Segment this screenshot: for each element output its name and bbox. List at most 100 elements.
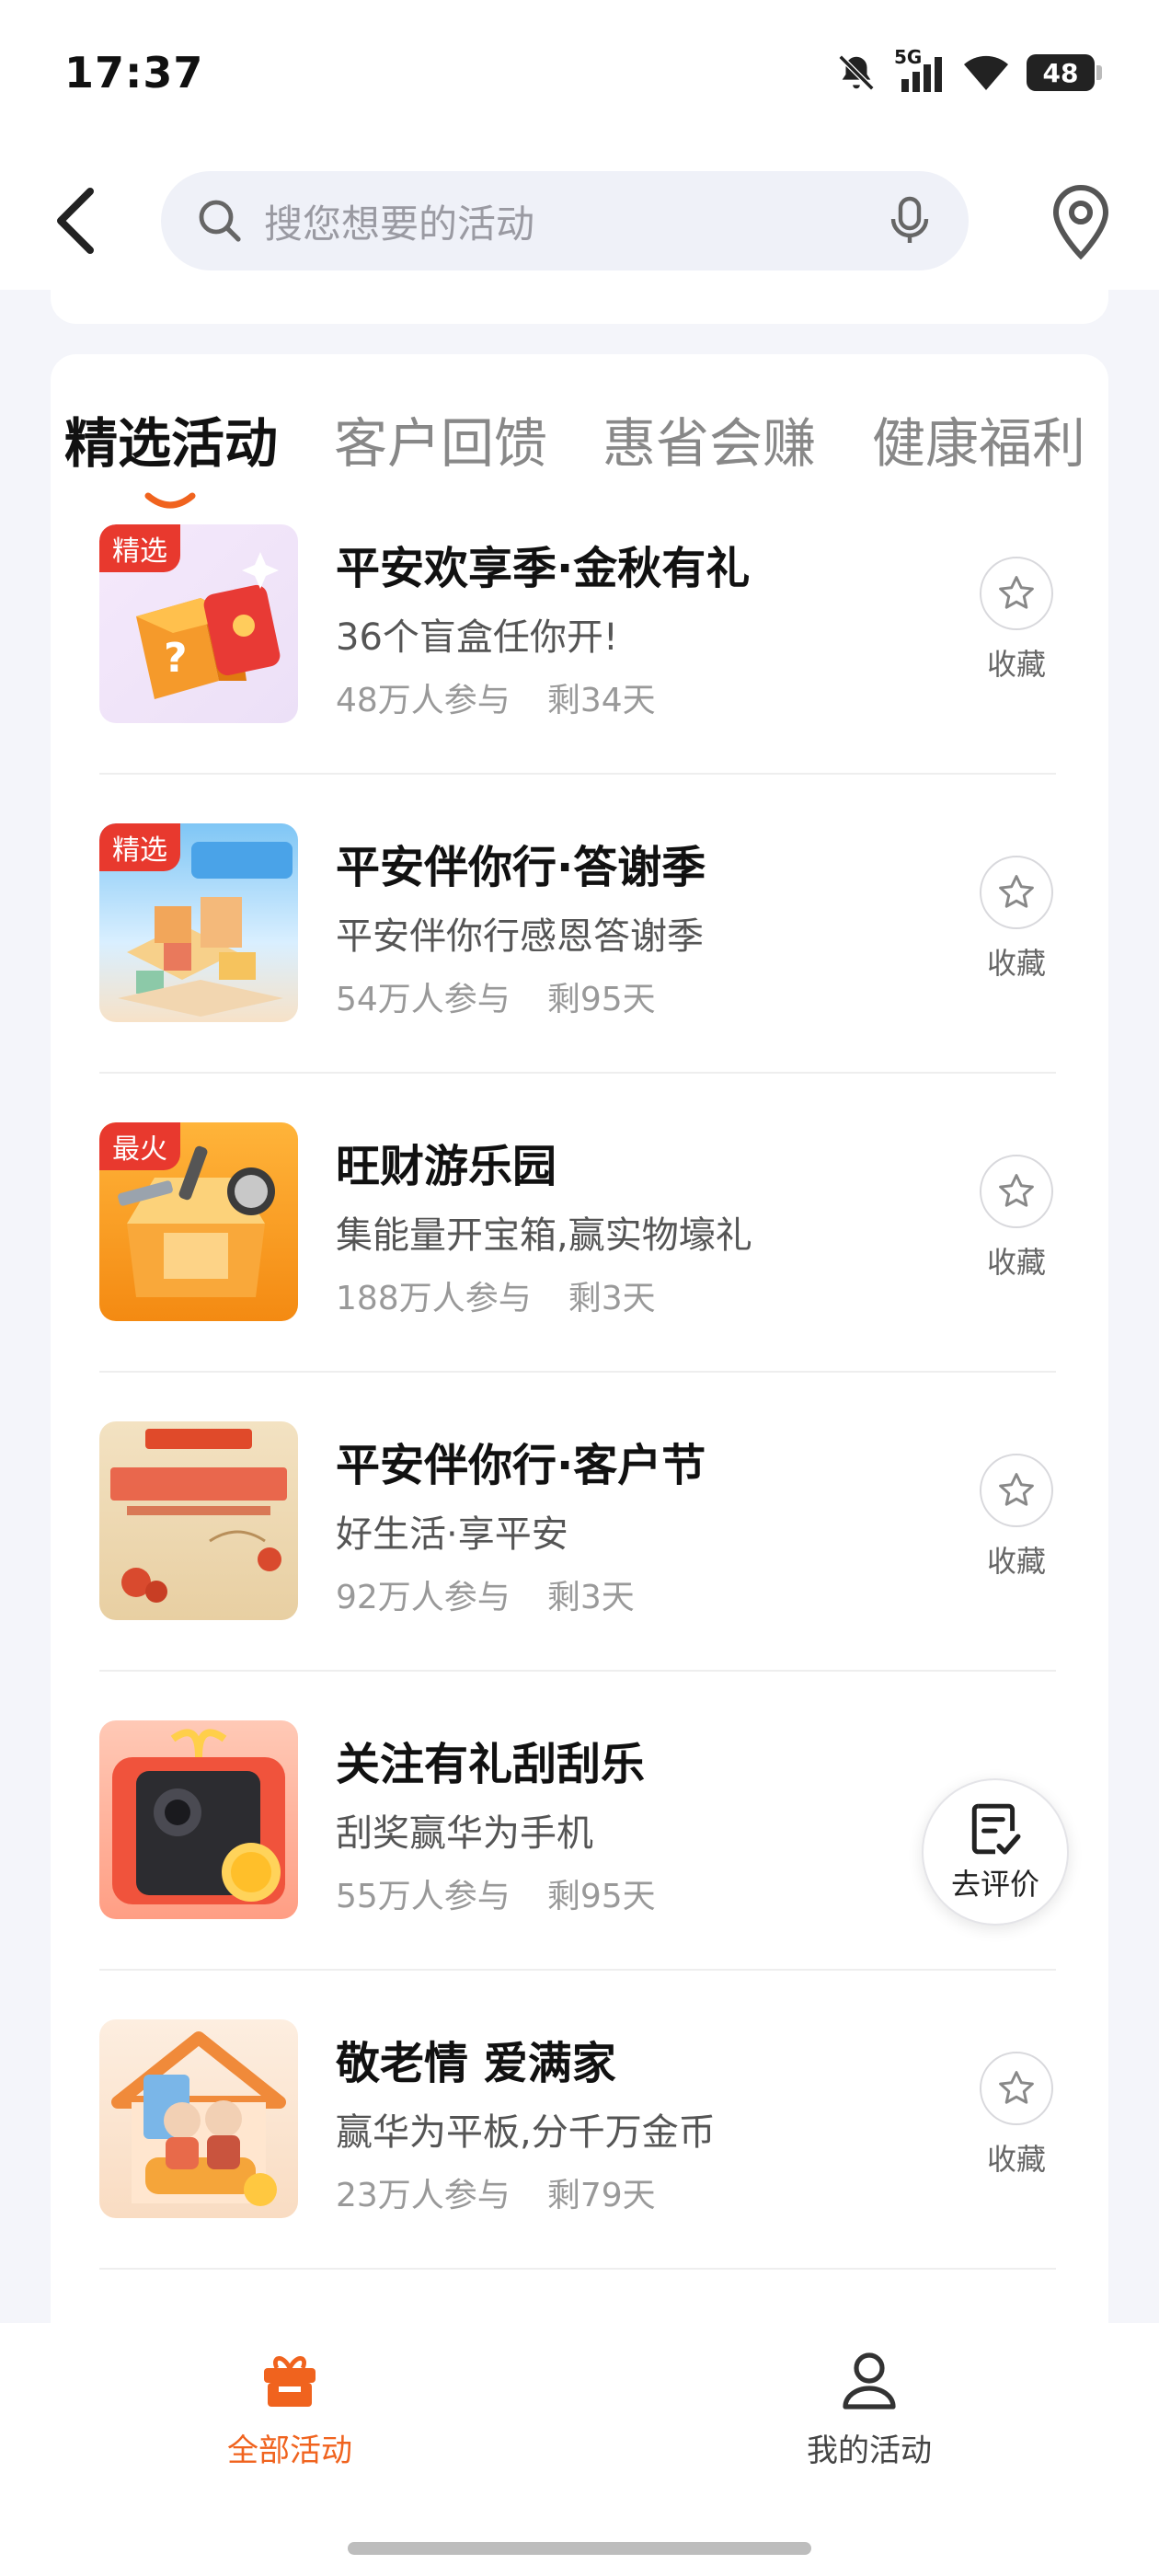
search-icon [199,200,241,242]
favorite-button[interactable]: 收藏 [970,2052,1062,2179]
list-item[interactable]: 最火 旺财游乐园 集能量开宝箱,赢实物壕礼 188万人参与 剩3天 收藏 [51,1122,1108,1421]
activity-title[interactable]: 敬老情 爱满家 [336,2027,616,2091]
star-circle [980,557,1053,630]
tab-save-earn[interactable]: 惠省会赚 [602,400,816,477]
nav-all-label: 全部活动 [227,2432,352,2469]
activity-thumbnail: ? 精选 [99,524,298,723]
days-remaining: 剩95天 [546,1878,656,1915]
favorite-button[interactable]: 收藏 [970,557,1062,684]
user-icon [843,2352,896,2409]
activity-subtitle: 好生活·享平安 [336,1513,568,1556]
location-pin-icon[interactable] [1050,184,1111,259]
days-remaining: 剩3天 [546,1579,635,1616]
microphone-icon[interactable] [886,195,934,247]
activity-thumbnail [99,1421,298,1620]
divider [99,2268,1056,2270]
activity-thumbnail: 精选 [99,823,298,1022]
activity-meta: 48万人参与 剩34天 [336,673,656,721]
tab-customer-rewards[interactable]: 客户回馈 [334,400,547,477]
activity-badge: 精选 [99,823,180,871]
bottom-nav: 全部活动 我的活动 [0,2323,1159,2576]
review-button-label: 去评价 [950,1867,1039,1902]
category-tabs: 精选活动 客户回馈 惠省会赚 健康福利 [51,382,1108,509]
status-bar: 17:37 5G 48 [0,0,1159,156]
back-arrow-icon[interactable] [46,184,110,258]
favorite-button[interactable]: 收藏 [970,1155,1062,1282]
search-bar[interactable]: 搜您想要的活动 [161,171,969,270]
nav-mine-label: 我的活动 [807,2432,932,2469]
active-tab-indicator [144,492,196,509]
activity-title[interactable]: 旺财游乐园 [336,1130,557,1194]
top-card-remnant [51,276,1108,324]
home-indicator[interactable] [348,2542,811,2555]
favorite-button[interactable]: 收藏 [970,856,1062,983]
participants-count: 48万人参与 [336,682,511,719]
participants-count: 54万人参与 [336,981,511,1018]
elderly-couple-house-icon [111,2031,286,2206]
activity-meta: 54万人参与 剩95天 [336,972,656,1020]
star-icon [999,576,1034,609]
divider [99,1371,1056,1373]
tab-featured[interactable]: 精选活动 [64,400,278,477]
activity-thumbnail [99,2019,298,2218]
participants-count: 92万人参与 [336,1579,511,1616]
activity-subtitle: 赢华为平板,分千万金币 [336,2111,716,2154]
star-circle [980,1454,1053,1527]
list-item[interactable]: 平安伴你行·客户节 好生活·享平安 92万人参与 剩3天 收藏 [51,1421,1108,1720]
favorite-label: 收藏 [986,2142,1046,2177]
gift-box-icon [264,2356,316,2407]
search-input[interactable]: 搜您想要的活动 [264,193,886,249]
activity-title[interactable]: 平安欢享季·金秋有礼 [336,532,750,596]
star-icon [999,875,1034,908]
activity-title[interactable]: 关注有礼刮刮乐 [336,1728,645,1792]
divider [99,773,1056,775]
days-remaining: 剩79天 [546,2177,656,2214]
divider [99,1072,1056,1074]
participants-count: 55万人参与 [336,1878,511,1915]
days-remaining: 剩95天 [546,981,656,1018]
review-note-icon [971,1803,1021,1855]
tab-health-benefits[interactable]: 健康福利 [872,400,1085,477]
list-item[interactable]: 敬老情 爱满家 赢华为平板,分千万金币 23万人参与 剩79天 收藏 [51,2019,1108,2318]
activity-thumbnail [99,1720,298,1919]
battery-indicator: 48 [1027,54,1102,91]
participants-count: 188万人参与 [336,1280,532,1317]
star-circle [980,856,1053,929]
favorite-label: 收藏 [986,1245,1046,1280]
activity-panel: 精选活动 客户回馈 惠省会赚 健康福利 ? 精选 平安欢享季·金秋有礼 36个盲… [51,354,1108,2378]
divider [99,1670,1056,1672]
activity-meta: 55万人参与 剩95天 [336,1869,656,1917]
header: 搜您想要的活动 [0,156,1159,290]
activity-title[interactable]: 平安伴你行·答谢季 [336,831,706,895]
list-item[interactable]: ? 精选 平安欢享季·金秋有礼 36个盲盒任你开! 48万人参与 剩34天 收藏 [51,524,1108,823]
activity-meta: 188万人参与 剩3天 [336,1271,656,1319]
list-item[interactable]: 精选 平安伴你行·答谢季 平安伴你行感恩答谢季 54万人参与 剩95天 收藏 [51,823,1108,1122]
wifi-icon [964,55,1008,90]
star-icon [999,1174,1034,1207]
activity-subtitle: 刮奖赢华为手机 [336,1812,593,1855]
participants-count: 23万人参与 [336,2177,511,2214]
star-icon [999,1473,1034,1506]
star-circle [980,2052,1053,2125]
star-circle [980,1155,1053,1228]
nav-all-activities[interactable]: 全部活动 [152,2346,428,2470]
nav-my-activities[interactable]: 我的活动 [731,2346,1007,2470]
phone-gift-icon [112,1729,285,1904]
days-remaining: 剩34天 [546,682,656,719]
activity-title[interactable]: 平安伴你行·客户节 [336,1429,706,1493]
divider [99,1969,1056,1971]
star-icon [999,2071,1034,2104]
signal-5g-icon: 5G [894,46,946,94]
activity-thumbnail: 最火 [99,1122,298,1321]
activity-subtitle: 36个盲盒任你开! [336,616,618,659]
activity-badge: 精选 [99,524,180,572]
review-button[interactable]: 去评价 [922,1778,1069,1926]
status-icons: 5G 48 [835,46,1102,96]
mute-bell-icon [838,54,875,91]
days-remaining: 剩3天 [568,1280,656,1317]
svg-text:?: ? [164,635,188,682]
favorite-button[interactable]: 收藏 [970,1454,1062,1581]
favorite-label: 收藏 [986,1544,1046,1579]
status-time: 17:37 [64,48,204,98]
activity-badge: 最火 [99,1122,180,1170]
